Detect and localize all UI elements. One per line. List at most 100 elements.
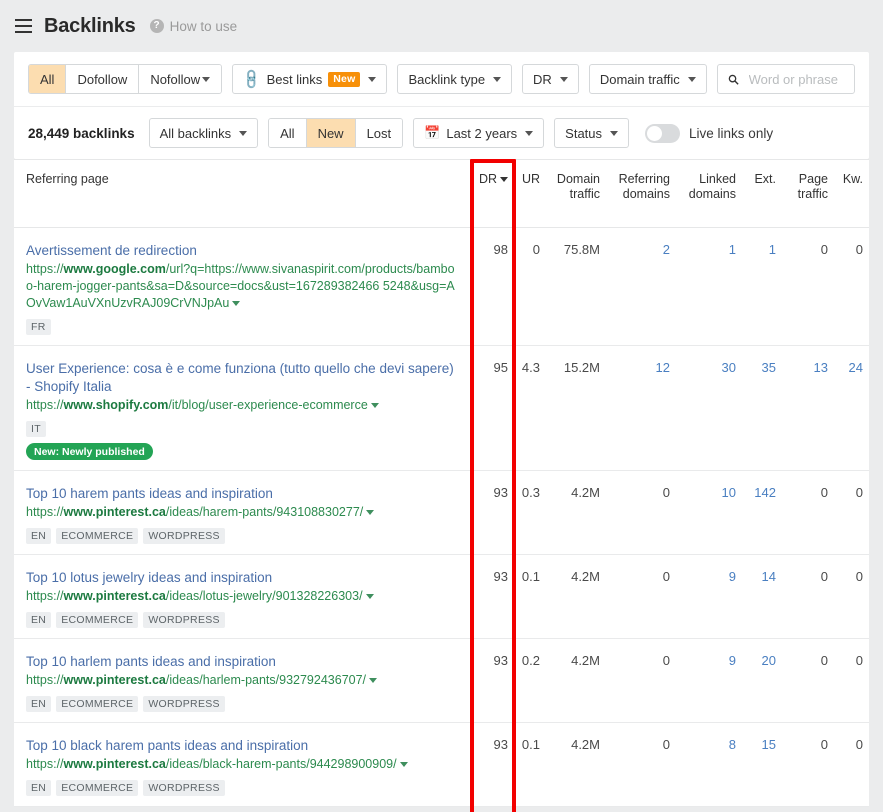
table-row[interactable]: Top 10 harem pants ideas and inspiration… [14,470,869,555]
column-dr[interactable]: DR [472,159,514,228]
cell-dr: 98 [472,227,514,346]
row-url[interactable]: https://www.pinterest.ca/ideas/harlem-pa… [26,672,460,689]
live-links-toggle[interactable]: Live links only [645,123,773,143]
chevron-down-icon [493,76,502,82]
column-ur[interactable]: UR [514,159,546,228]
cell-linked-domains[interactable]: 30 [676,345,742,471]
chevron-down-icon[interactable] [366,510,375,516]
row-title-link[interactable]: Top 10 black harem pants ideas and inspi… [26,737,460,755]
row-tags: EN ECOMMERCE WORDPRESS [26,528,460,544]
all-backlinks-dropdown[interactable]: All backlinks [148,118,259,148]
chevron-down-icon[interactable] [399,762,408,768]
cell-referring-domains: 0 [606,638,676,723]
backlink-type-label: Backlink type [408,71,486,87]
cell-ur: 4.3 [514,345,546,471]
row-tags: EN ECOMMERCE WORDPRESS [26,780,460,796]
chevron-down-icon[interactable] [369,678,378,684]
cell-linked-domains[interactable]: 8 [676,722,742,807]
tag-badge: ECOMMERCE [56,780,139,796]
cell-ext[interactable]: 1 [742,227,782,346]
row-url[interactable]: https://www.pinterest.ca/ideas/harem-pan… [26,504,460,521]
column-domain-traffic[interactable]: Domain traffic [546,159,606,228]
row-url[interactable]: https://www.shopify.com/it/blog/user-exp… [26,397,460,414]
row-title-link[interactable]: Top 10 harlem pants ideas and inspiratio… [26,653,460,671]
table-row[interactable]: Top 10 black harem pants ideas and inspi… [14,722,869,807]
table-row[interactable]: User Experience: cosa è e come funziona … [14,345,869,471]
cell-ext[interactable]: 20 [742,638,782,723]
how-to-use-link[interactable]: ? How to use [149,19,237,34]
cell-linked-domains[interactable]: 9 [676,638,742,723]
filter-nofollow[interactable]: Nofollow [139,65,222,93]
url-prefix: https:// [26,589,64,603]
toggle-switch[interactable] [645,123,681,143]
table-row[interactable]: Avertissement de redirection https://www.… [14,227,869,346]
cell-ext[interactable]: 35 [742,345,782,471]
row-title-link[interactable]: Top 10 lotus jewelry ideas and inspirati… [26,569,460,587]
backlink-type-filter[interactable]: Backlink type [397,64,513,94]
row-title-link[interactable]: Avertissement de redirection [26,242,460,260]
dr-filter[interactable]: DR [522,64,579,94]
cell-kw[interactable]: 24 [834,345,869,471]
domain-traffic-filter[interactable]: Domain traffic [588,64,707,94]
cell-ext[interactable]: 15 [742,722,782,807]
url-path: /ideas/harlem-pants/932792436707/ [165,673,367,687]
cell-ext[interactable]: 14 [742,554,782,639]
chevron-down-icon[interactable] [232,301,241,307]
column-dr-label: DR [478,172,497,186]
column-referring-domains[interactable]: Referring domains [606,159,676,228]
chevron-down-icon[interactable] [370,403,379,409]
cell-linked-domains[interactable]: 9 [676,554,742,639]
cell-ext[interactable]: 142 [742,470,782,555]
column-ext[interactable]: Ext. [742,159,782,228]
filters-panel: All Dofollow Nofollow 🔗 Best links New B… [14,52,869,159]
row-title-link[interactable]: Top 10 harem pants ideas and inspiration [26,485,460,503]
cell-linked-domains[interactable]: 10 [676,470,742,555]
cell-referring-page: Top 10 black harem pants ideas and inspi… [14,722,472,807]
cell-page-traffic[interactable]: 13 [782,345,834,471]
cell-linked-domains[interactable]: 1 [676,227,742,346]
link-chain-icon: 🔗 [239,66,264,91]
best-links-button[interactable]: 🔗 Best links New [232,64,388,94]
row-url[interactable]: https://www.google.com/url?q=https://www… [26,261,460,312]
question-mark-icon: ? [149,19,164,33]
state-lost[interactable]: Lost [355,119,403,147]
cell-referring-page: Top 10 harem pants ideas and inspiration… [14,470,472,555]
column-linked-domains[interactable]: Linked domains [676,159,742,228]
state-new[interactable]: New [306,119,356,147]
row-url[interactable]: https://www.pinterest.ca/ideas/lotus-jew… [26,588,460,605]
date-range-picker[interactable]: 📅 Last 2 years [413,118,545,148]
column-referring-page[interactable]: Referring page [14,159,472,228]
state-all[interactable]: All [269,119,307,147]
new-badge: New [328,71,361,87]
chevron-down-icon [687,76,696,82]
table-row[interactable]: Top 10 lotus jewelry ideas and inspirati… [14,554,869,639]
hamburger-menu-icon[interactable] [10,13,36,39]
url-path: /ideas/lotus-jewelry/901328226303/ [165,589,363,603]
secondary-filter-row: 28,449 backlinks All backlinks All New L… [14,107,869,159]
cell-referring-domains[interactable]: 12 [606,345,676,471]
column-kw[interactable]: Kw. [834,159,869,228]
filter-all[interactable]: All [29,65,67,93]
search-input[interactable] [746,70,844,88]
cell-referring-domains[interactable]: 2 [606,227,676,346]
backlinks-count: 28,449 backlinks [28,125,135,141]
status-badge: New: Newly published [26,443,153,460]
table-header-row: Referring page DR UR Domain traffic Refe… [14,159,869,228]
dr-filter-label: DR [533,71,552,87]
row-url[interactable]: https://www.pinterest.ca/ideas/black-har… [26,756,460,773]
chevron-down-icon [525,130,534,136]
chevron-down-icon[interactable] [365,594,374,600]
domain-traffic-filter-label: Domain traffic [599,71,680,87]
table-row[interactable]: Top 10 harlem pants ideas and inspiratio… [14,638,869,723]
cell-page-traffic: 0 [782,554,834,639]
row-title-link[interactable]: User Experience: cosa è e come funziona … [26,360,460,396]
url-domain: www.pinterest.ca [63,673,166,687]
filter-nofollow-label: Nofollow [150,71,201,87]
filter-dofollow[interactable]: Dofollow [66,65,140,93]
cell-page-traffic: 0 [782,638,834,723]
status-filter[interactable]: Status [554,118,630,148]
date-range-label: Last 2 years [446,125,518,141]
column-page-traffic[interactable]: Page traffic [782,159,834,228]
tag-badge: IT [26,421,46,437]
search-box[interactable] [716,64,855,94]
